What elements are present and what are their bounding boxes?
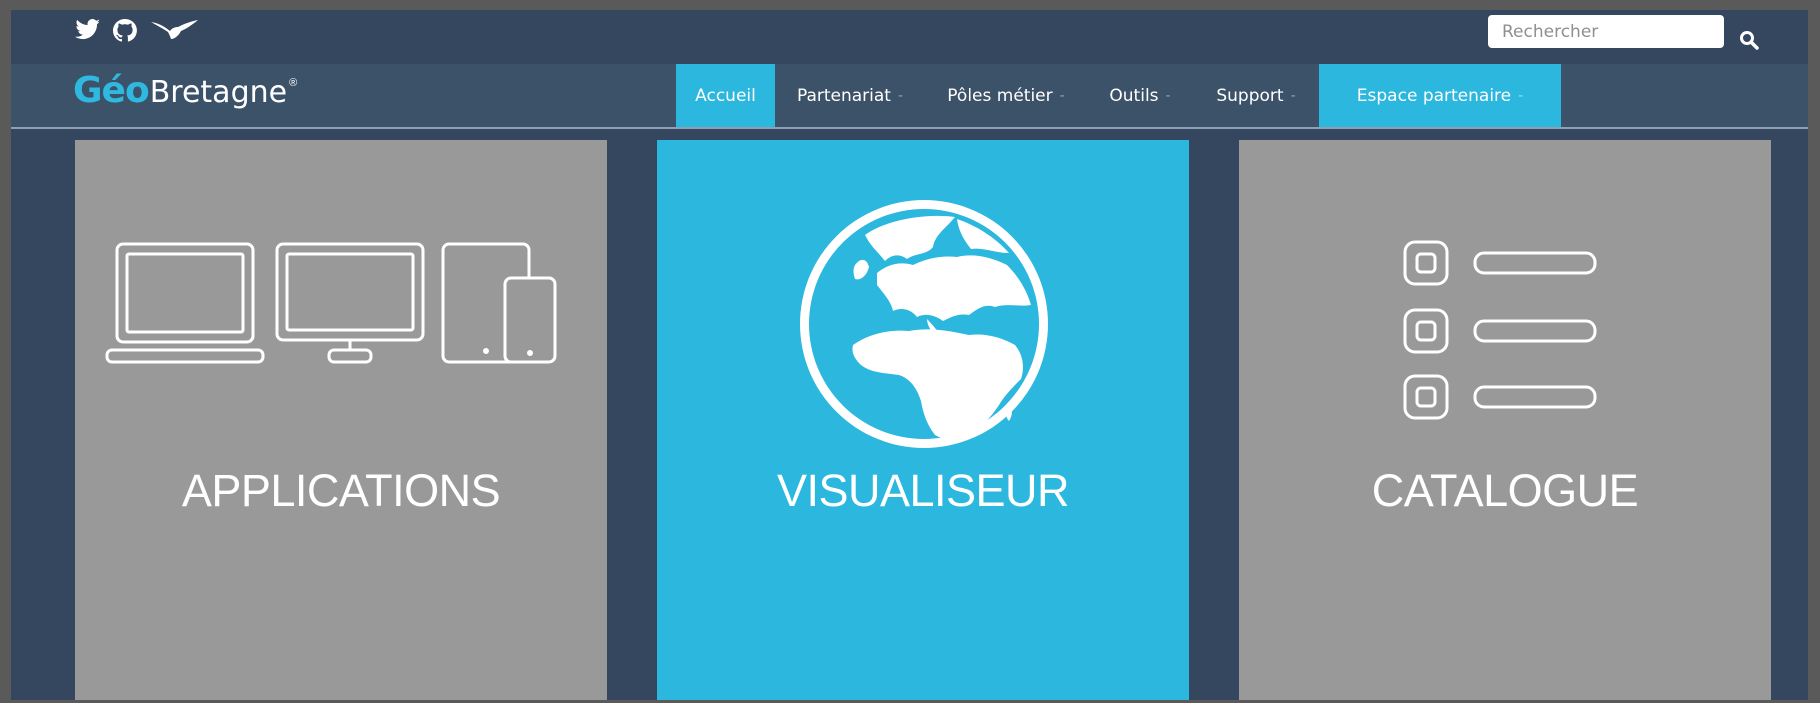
nav-item-poles-metier[interactable]: Pôles métier -: [925, 64, 1087, 127]
list-icon: [1403, 240, 1597, 420]
twitter-icon[interactable]: [74, 18, 102, 40]
search-input[interactable]: [1488, 15, 1724, 48]
caret-icon: -: [1165, 87, 1171, 104]
tile-label: CATALOGUE: [1371, 465, 1639, 516]
nav-item-support[interactable]: Support -: [1193, 64, 1319, 127]
caret-icon: -: [897, 87, 904, 104]
nav-item-label: Partenariat: [796, 85, 891, 106]
main-navbar: Géo Bretagne ® Accueil Partenariat - Pôl…: [11, 64, 1808, 129]
devices-icon: [105, 242, 557, 364]
bird-icon[interactable]: [150, 18, 200, 40]
search-icon[interactable]: [1739, 30, 1763, 54]
nav-item-accueil[interactable]: Accueil: [676, 64, 775, 127]
geobretagne-logo[interactable]: Géo Bretagne ®: [73, 70, 297, 120]
tile-label: VISUALISEUR: [776, 465, 1070, 516]
caret-icon: -: [1518, 87, 1524, 104]
nav-item-partenariat[interactable]: Partenariat -: [775, 64, 925, 127]
logo-geo-text: Géo: [73, 70, 150, 111]
nav-item-label: Accueil: [695, 85, 756, 106]
logo-registered-mark: ®: [289, 77, 298, 89]
nav-item-label: Pôles métier: [947, 85, 1053, 106]
tile-catalogue[interactable]: CATALOGUE: [1239, 140, 1771, 700]
tile-applications[interactable]: APPLICATIONS: [75, 140, 607, 700]
nav-item-espace-partenaire[interactable]: Espace partenaire -: [1319, 64, 1561, 127]
tile-visualiseur[interactable]: VISUALISEUR: [657, 140, 1189, 700]
tile-label: APPLICATIONS: [181, 465, 501, 516]
globe-icon: [800, 200, 1048, 448]
github-icon[interactable]: [112, 18, 138, 42]
top-bar: [11, 10, 1808, 64]
logo-bretagne-text: Bretagne: [149, 75, 288, 110]
caret-icon: -: [1290, 87, 1296, 104]
nav-item-label: Espace partenaire: [1356, 85, 1512, 106]
nav-item-label: Outils: [1109, 85, 1159, 106]
page-frame: Géo Bretagne ® Accueil Partenariat - Pôl…: [11, 10, 1808, 700]
nav-item-label: Support: [1216, 85, 1284, 106]
caret-icon: -: [1059, 87, 1065, 104]
nav-item-outils[interactable]: Outils -: [1087, 64, 1193, 127]
